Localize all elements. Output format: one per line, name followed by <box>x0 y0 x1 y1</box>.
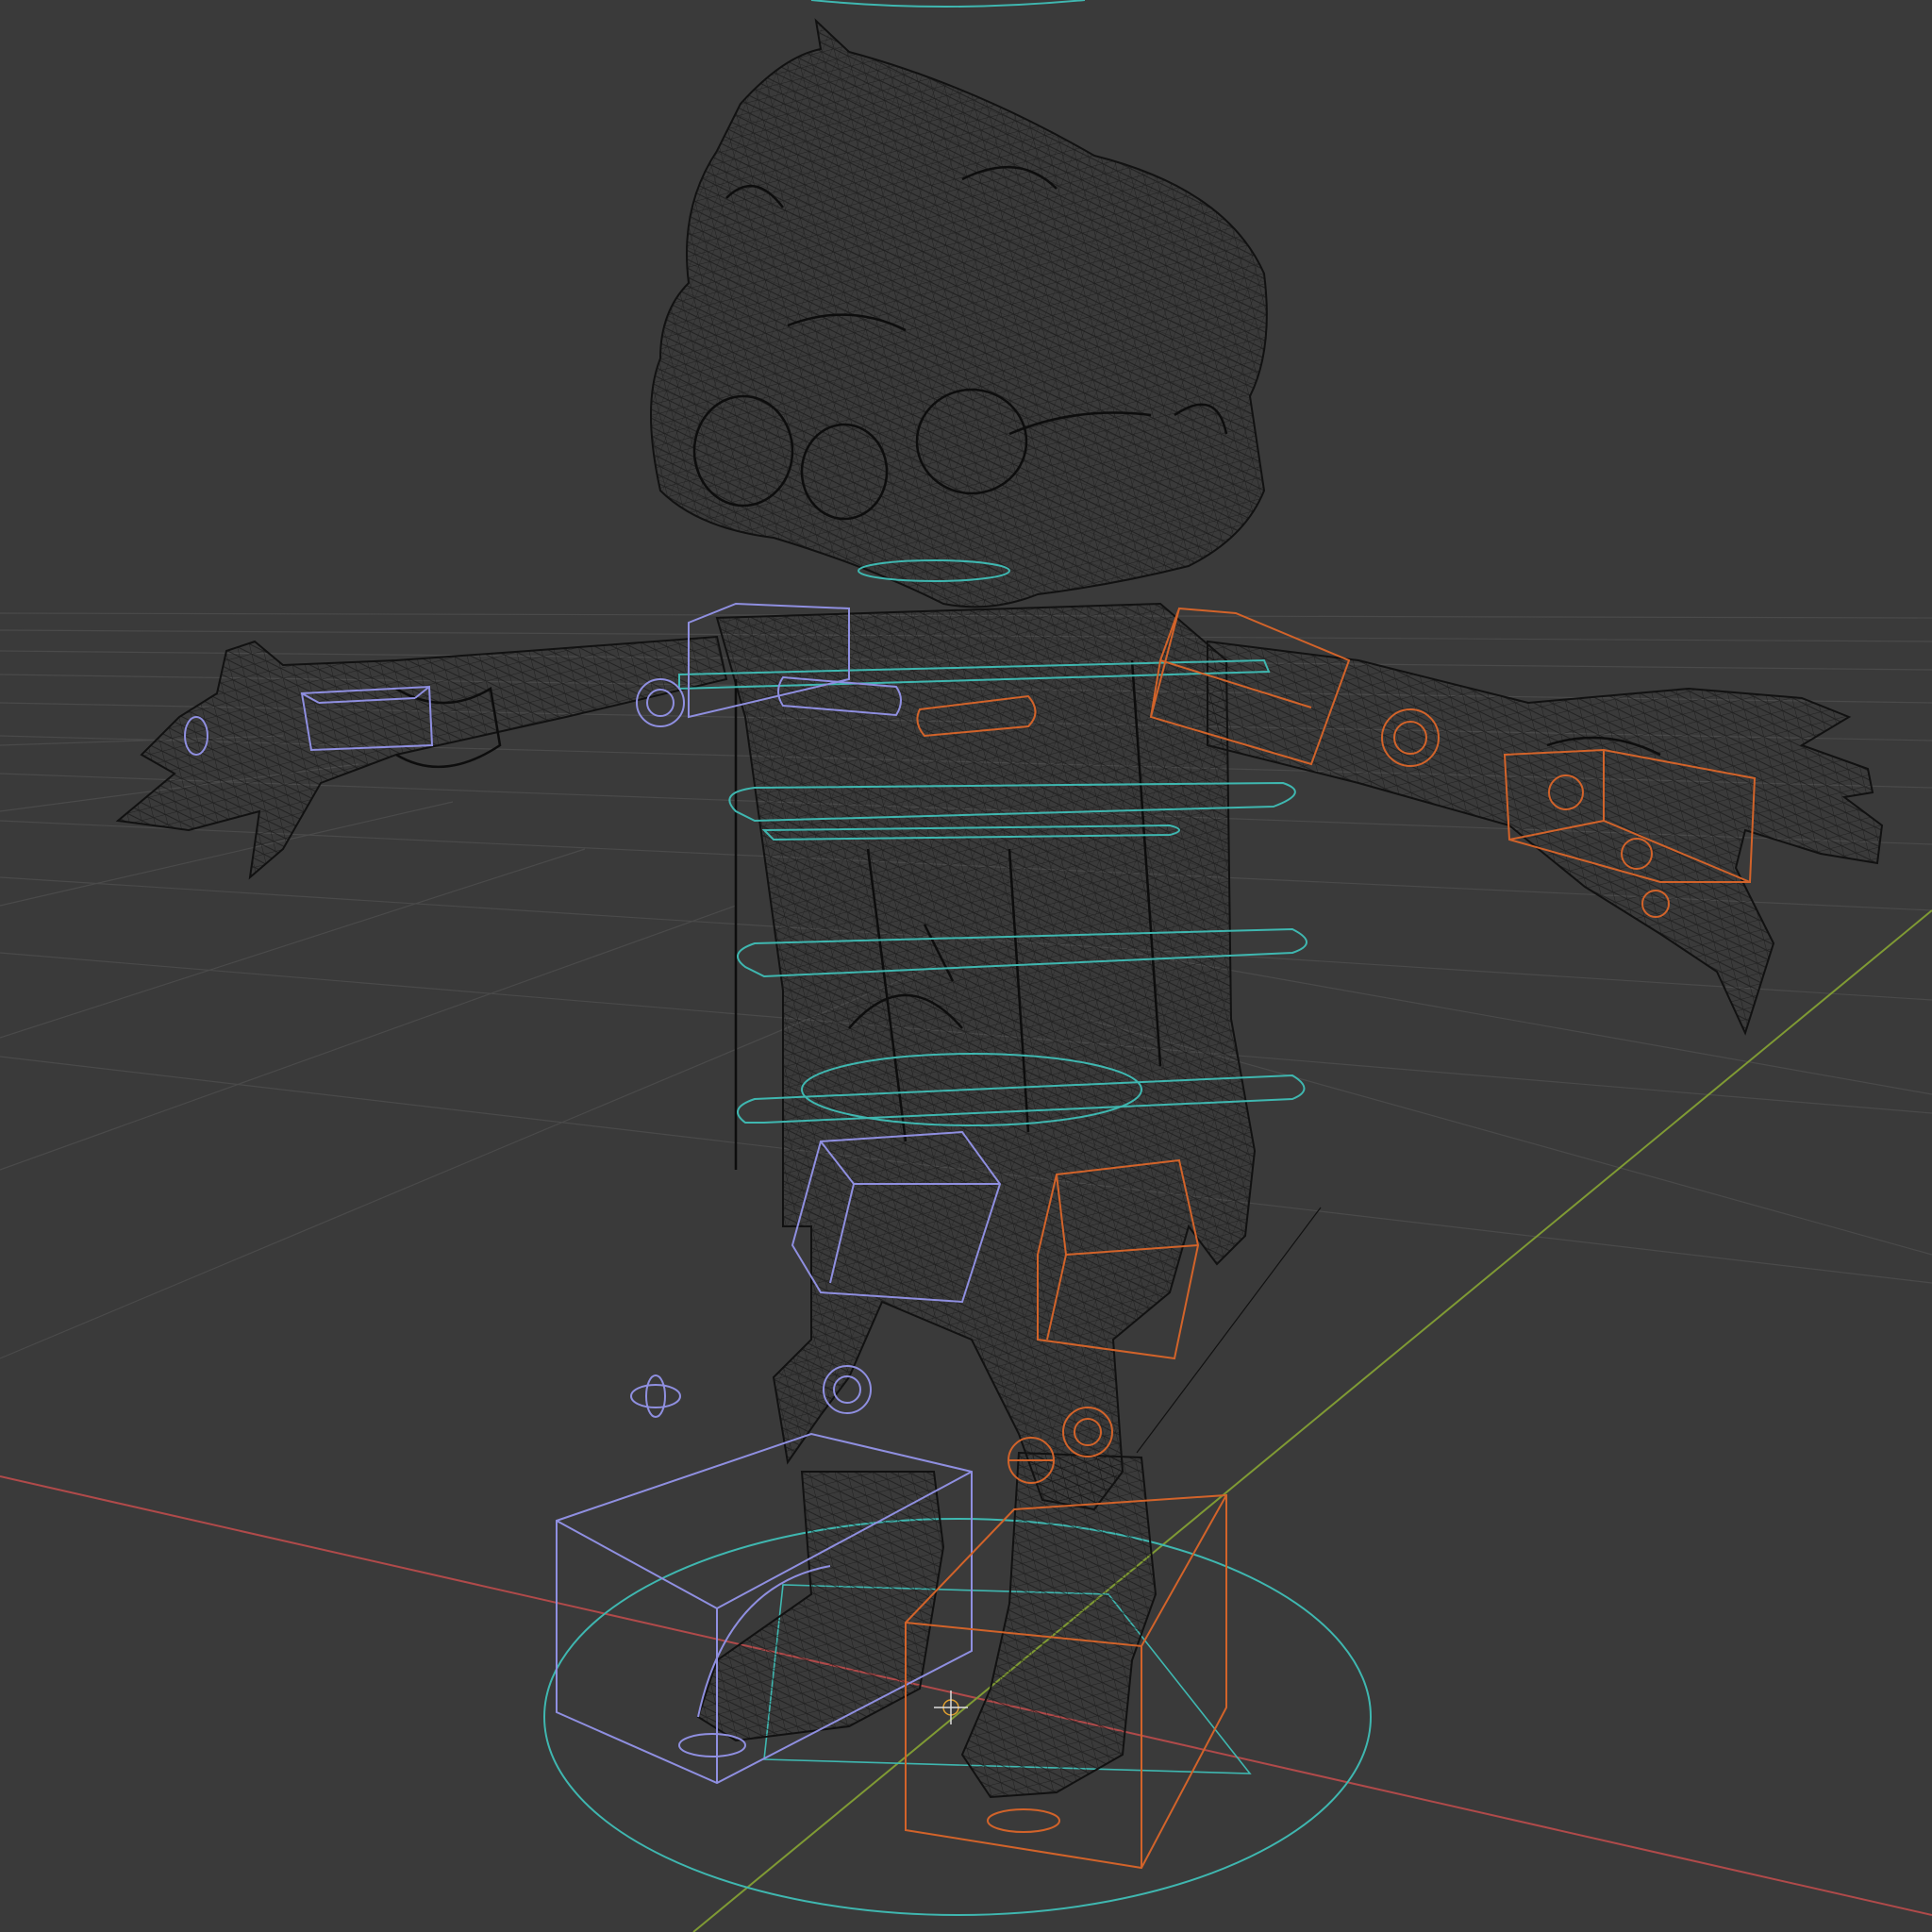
3d-viewport[interactable] <box>0 0 1932 1932</box>
scene-canvas[interactable] <box>0 0 1932 1932</box>
